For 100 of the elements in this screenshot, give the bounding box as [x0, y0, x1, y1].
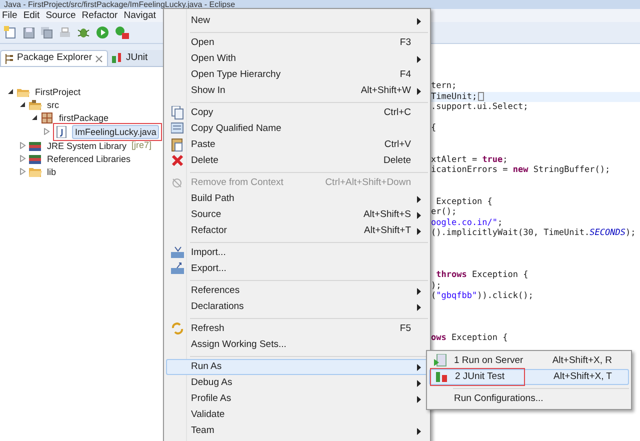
- shortcut: Alt+Shift+X, T: [554, 370, 612, 384]
- junit-icon: [112, 53, 123, 63]
- code-line: );: [431, 280, 442, 291]
- panel-tab[interactable]: JUnit: [108, 50, 152, 66]
- tree-item[interactable]: JRE System Library: [45, 140, 129, 152]
- menu-item[interactable]: Copy Ctrl+C: [166, 105, 428, 121]
- junit-icon: [434, 370, 448, 384]
- code-line: er();: [431, 207, 457, 218]
- menu-item[interactable]: Source: [46, 9, 76, 22]
- code-line: throws Exception {: [435, 270, 528, 280]
- print-icon[interactable]: [59, 26, 71, 38]
- expanded-arrow-icon[interactable]: [32, 114, 38, 121]
- delete-icon: [170, 154, 184, 168]
- code-line: .support.ui.Select;: [431, 102, 528, 112]
- code-line: xtAlert = true;: [431, 154, 508, 165]
- bracket-match-box: [478, 92, 484, 102]
- panel-tab[interactable]: Package Explorer: [0, 50, 108, 66]
- menu-item[interactable]: Refresh F5: [166, 321, 428, 337]
- run-icon[interactable]: [96, 26, 109, 39]
- save-all-icon[interactable]: [41, 26, 53, 38]
- tree-item[interactable]: src: [45, 98, 61, 110]
- menu-item[interactable]: File: [2, 9, 18, 22]
- code-line: ("gbqfbb")).click();: [431, 291, 534, 302]
- shortcut: Ctrl+Alt+Shift+Down: [325, 176, 411, 190]
- export-icon: [170, 262, 184, 276]
- tree-item[interactable]: FirstProject: [33, 86, 83, 98]
- menu-item[interactable]: Edit: [23, 9, 40, 22]
- tree-item[interactable]: Referenced Libraries: [45, 152, 133, 164]
- folder-icon: [29, 166, 42, 178]
- shortcut: Ctrl+C: [384, 106, 411, 120]
- menu-item[interactable]: References: [166, 283, 428, 299]
- tree-item[interactable]: ImFeelingLucky.java: [72, 124, 160, 138]
- java-file-icon: [56, 126, 69, 138]
- code-line: ().implicitlyWait(30, TimeUnit.SECONDS);: [431, 228, 636, 238]
- window-title: Java - FirstProject/src/firstPackage/ImFeelingLucky.java - Eclipse: [4, 0, 236, 9]
- new-file-icon[interactable]: [4, 26, 17, 39]
- tree-item[interactable]: lib: [45, 166, 58, 178]
- library-icon: [29, 152, 42, 164]
- collapsed-arrow-icon[interactable]: [20, 155, 26, 162]
- code-line: icationErrors = new StringBuffer();: [431, 165, 610, 176]
- menu-item[interactable]: Open Type Hierarchy F4: [166, 67, 428, 83]
- code-line: oogle.co.in/";: [431, 218, 503, 228]
- code-line: {: [431, 123, 436, 134]
- menu-item[interactable]: Show In Alt+Shift+W: [166, 83, 428, 99]
- menu-item[interactable]: Declarations: [166, 299, 428, 315]
- shortcut: Alt+Shift+W: [360, 84, 411, 98]
- shortcut: Alt+Shift+X, R: [552, 354, 612, 368]
- menu-item[interactable]: Copy Qualified Name: [166, 121, 428, 137]
- menu-item[interactable]: Validate: [166, 407, 428, 423]
- menu-item[interactable]: Build Path: [166, 191, 428, 207]
- remove-context-icon: [170, 176, 184, 190]
- menu-item[interactable]: Run Configurations...: [429, 391, 629, 407]
- code-line: ows Exception {: [431, 333, 508, 344]
- copy-name-icon: [170, 122, 184, 136]
- code-line: TimeUnit;: [431, 92, 478, 102]
- menu-item[interactable]: Debug As: [166, 375, 428, 391]
- menu-item[interactable]: Team: [166, 423, 428, 439]
- menu-item[interactable]: Refactor: [82, 9, 118, 22]
- menu-item[interactable]: Source Alt+Shift+S: [166, 207, 428, 223]
- menu-item[interactable]: Delete Delete: [166, 153, 428, 169]
- run-tool-icon[interactable]: [115, 26, 129, 39]
- menu-item[interactable]: Open With: [166, 51, 428, 67]
- tree-item[interactable]: firstPackage: [57, 112, 111, 124]
- menu-item[interactable]: Export...: [166, 261, 428, 277]
- menu-item[interactable]: Run As: [166, 359, 428, 375]
- library-icon: [29, 140, 42, 152]
- collapsed-arrow-icon[interactable]: [44, 128, 50, 135]
- menu-item[interactable]: 1 Run on Server Alt+Shift+X, R: [429, 353, 629, 369]
- menu-item[interactable]: Paste Ctrl+V: [166, 137, 428, 153]
- package-icon: [41, 112, 54, 124]
- collapsed-arrow-icon[interactable]: [20, 142, 26, 149]
- menu-label: 2 JUnit Test: [454, 370, 504, 384]
- refresh-icon: [170, 322, 184, 336]
- menu-item[interactable]: Import...: [166, 245, 428, 261]
- collapsed-arrow-icon[interactable]: [20, 168, 26, 175]
- menu-item[interactable]: Assign Working Sets...: [166, 337, 428, 353]
- source-folder-icon: [29, 98, 42, 110]
- copy-icon: [170, 106, 184, 120]
- shortcut: Alt+Shift+S: [363, 208, 411, 222]
- library-version: [jre7]: [132, 138, 152, 152]
- expanded-arrow-icon[interactable]: [20, 101, 26, 108]
- code-line: tern;: [431, 81, 457, 92]
- menu-item[interactable]: Refactor Alt+Shift+T: [166, 223, 428, 239]
- menu-item[interactable]: Open F3: [166, 35, 428, 51]
- menu-item[interactable]: Navigat: [124, 9, 156, 22]
- expanded-arrow-icon[interactable]: [8, 88, 14, 95]
- bug-icon[interactable]: [77, 26, 90, 39]
- code-line: Exception {: [435, 196, 492, 207]
- shortcut: Ctrl+V: [384, 138, 411, 152]
- server-run-icon: [434, 354, 446, 368]
- menu-item[interactable]: Profile As: [166, 391, 428, 407]
- shortcut: F5: [400, 322, 411, 336]
- close-icon[interactable]: [94, 54, 103, 62]
- save-icon[interactable]: [23, 26, 35, 38]
- paste-icon: [170, 138, 184, 152]
- menu-item[interactable]: 2 JUnit Test Alt+Shift+X, T: [429, 369, 629, 385]
- shortcut: F3: [400, 36, 411, 50]
- menu-item[interactable]: New: [166, 13, 428, 29]
- import-icon: [170, 246, 184, 260]
- shortcut: F4: [400, 68, 411, 82]
